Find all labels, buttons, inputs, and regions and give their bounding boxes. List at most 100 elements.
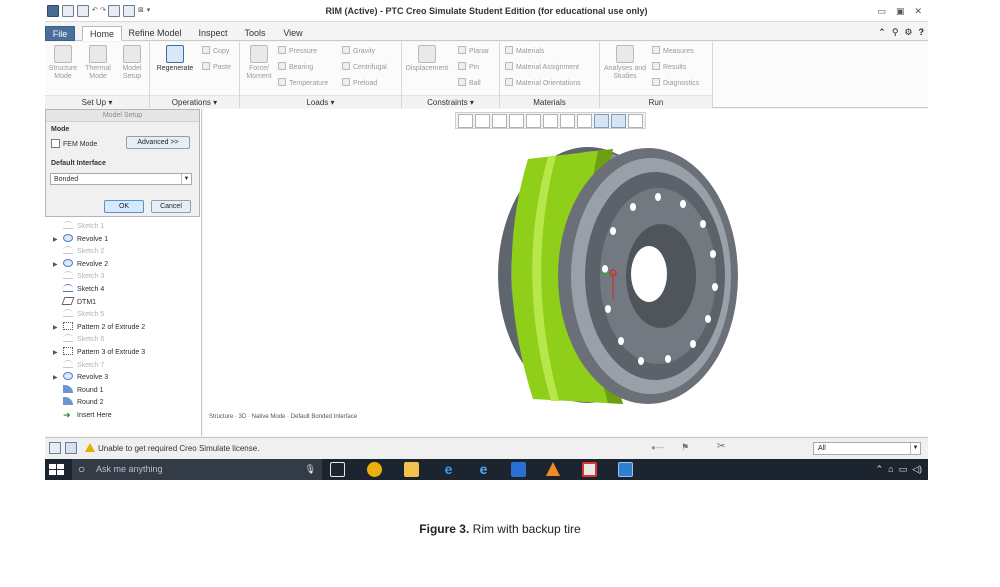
cancel-button[interactable]: Cancel [151, 200, 191, 213]
pin-button[interactable]: Pin [458, 62, 479, 74]
battery-icon[interactable]: ▭ [899, 464, 908, 475]
vlc-icon[interactable] [546, 462, 560, 476]
pressure-button[interactable]: Pressure [278, 46, 317, 58]
revolve-icon [63, 233, 73, 242]
group-label-loads[interactable]: Loads ▾ [240, 95, 401, 108]
tree-item[interactable]: Sketch 6 [45, 334, 202, 347]
expand-arrow-icon[interactable]: ▶ [53, 372, 58, 385]
maximize-icon[interactable]: ▣ [896, 6, 905, 17]
expand-arrow-icon[interactable]: ▶ [53, 347, 58, 360]
group-label-operations[interactable]: Operations ▾ [150, 95, 239, 108]
tab-home[interactable]: Home [82, 26, 122, 41]
tree-item[interactable]: ▶ Pattern 3 of Extrude 3 [45, 346, 202, 360]
expand-arrow-icon[interactable]: ▶ [53, 259, 58, 272]
tree-item-label: Pattern 2 of Extrude 2 [77, 323, 146, 331]
tree-item[interactable]: ▶ Revolve 3 [45, 372, 202, 385]
expand-arrow-icon[interactable]: ▶ [53, 234, 58, 247]
bearing-button[interactable]: Bearing [278, 62, 313, 74]
browser-icon[interactable] [65, 442, 77, 454]
checkbox-box[interactable] [51, 139, 60, 148]
flag-icon[interactable]: ⚑ [681, 442, 689, 453]
minimize-icon[interactable]: ▭ [877, 6, 886, 17]
creo-icon[interactable] [618, 462, 633, 477]
tree-item[interactable]: Sketch 3 [45, 271, 202, 284]
material-orientations-icon [505, 78, 513, 86]
planar-button[interactable]: Planar [458, 46, 489, 58]
group-label-setup[interactable]: Set Up ▾ [45, 95, 149, 108]
analyses-studies-button[interactable]: Analyses and Studies [602, 45, 648, 81]
tab-refine-model[interactable]: Refine Model [125, 26, 185, 41]
diagnostics-button[interactable]: Diagnostics [652, 78, 699, 90]
task-view-icon[interactable] [330, 462, 345, 477]
close-icon[interactable]: ✕ [914, 6, 922, 17]
ball-button[interactable]: Ball [458, 78, 481, 90]
settings-icon[interactable]: ⚙ [904, 27, 912, 38]
material-orientations-button[interactable]: Material Orientations [505, 78, 581, 90]
volume-icon[interactable]: ◁) [912, 464, 922, 475]
force-moment-button[interactable]: Force/ Moment [242, 45, 276, 81]
collapse-ribbon-icon[interactable]: ⌃ [878, 27, 886, 38]
material-assignment-button[interactable]: Material Assignment [505, 62, 579, 74]
regenerate-button[interactable]: Regenerate [152, 45, 198, 73]
model-tree: Sketch 1 ▶ Revolve 1 Sketch 2 ▶ Revolve 2 Sket… [45, 221, 202, 423]
gravity-button[interactable]: Gravity [342, 46, 375, 58]
selection-filter-select[interactable]: All ▼ [813, 442, 921, 455]
expand-arrow-icon[interactable]: ▶ [53, 322, 58, 335]
powerpoint-icon[interactable] [582, 462, 597, 477]
tree-item-label: Sketch 6 [77, 336, 105, 344]
file-explorer-icon[interactable] [404, 462, 419, 477]
default-interface-select[interactable]: Bonded ▼ [50, 173, 192, 185]
materials-button[interactable]: Materials [505, 46, 544, 58]
graphics-viewport[interactable]: Structure · 3D · Native Mode · Default B… [203, 109, 928, 436]
group-label-materials[interactable]: Materials [500, 95, 599, 108]
copy-button[interactable]: Copy [202, 46, 229, 58]
paste-button[interactable]: Paste [202, 62, 231, 74]
security-shield-icon[interactable] [511, 462, 526, 477]
search-icon[interactable]: ⚲ [892, 27, 899, 38]
chevron-up-icon[interactable]: ⌃ [876, 464, 884, 475]
internet-explorer-icon[interactable]: e [476, 462, 491, 477]
tree-item[interactable]: ▶ Revolve 2 [45, 258, 202, 272]
tree-item[interactable]: ▶ Revolve 1 [45, 233, 202, 247]
windows-start-icon[interactable] [45, 459, 69, 480]
help-icon[interactable]: ? [919, 27, 925, 38]
model-setup-button[interactable]: Model Setup [115, 45, 149, 81]
tree-item[interactable]: Sketch 5 [45, 309, 202, 322]
tree-item[interactable]: DTM1 [45, 296, 202, 310]
structure-mode-button[interactable]: Structure Mode [46, 45, 80, 81]
fem-mode-checkbox[interactable]: FEM Mode [51, 139, 97, 148]
ok-button[interactable]: OK [104, 200, 144, 213]
chrome-icon[interactable] [367, 462, 382, 477]
tree-item[interactable]: ➜ Insert Here [45, 410, 202, 423]
toggle-navigator-icon[interactable] [49, 442, 61, 454]
rim-model[interactable] [203, 109, 928, 436]
tree-item[interactable]: Sketch 2 [45, 246, 202, 259]
tree-item[interactable]: Round 1 [45, 384, 202, 398]
tree-item[interactable]: ▶ Pattern 2 of Extrude 2 [45, 321, 202, 335]
advanced-button[interactable]: Advanced >> [126, 136, 190, 149]
tab-view[interactable]: View [277, 26, 309, 41]
centrifugal-button[interactable]: Centrifugal [342, 62, 387, 74]
bearing-icon [278, 62, 286, 70]
measures-button[interactable]: Measures [652, 46, 694, 58]
edge-icon[interactable]: e [441, 462, 456, 477]
microphone-icon[interactable]: 🎙 [305, 459, 316, 480]
group-label-run[interactable]: Run [600, 95, 712, 108]
tab-file[interactable]: File [45, 26, 75, 41]
tab-inspect[interactable]: Inspect [193, 26, 233, 41]
displacement-button[interactable]: Displacement [404, 45, 450, 73]
taskbar-search-input[interactable]: ○ Ask me anything 🎙 [72, 459, 322, 480]
thermal-mode-button[interactable]: Thermal Mode [81, 45, 115, 81]
tree-item[interactable]: Sketch 4 [45, 283, 202, 297]
preload-button[interactable]: Preload [342, 78, 377, 90]
temperature-button[interactable]: Temperature [278, 78, 328, 90]
network-icon[interactable]: ⌂ [888, 464, 893, 475]
tab-tools[interactable]: Tools [239, 26, 271, 41]
tree-item[interactable]: Sketch 1 [45, 221, 202, 234]
tree-item[interactable]: Sketch 7 [45, 359, 202, 373]
find-icon[interactable]: ✂ [717, 441, 725, 452]
group-label-constraints[interactable]: Constraints ▾ [402, 95, 499, 108]
tree-item[interactable]: Round 2 [45, 397, 202, 410]
results-button[interactable]: Results [652, 62, 686, 74]
cortana-icon: ○ [78, 462, 86, 476]
